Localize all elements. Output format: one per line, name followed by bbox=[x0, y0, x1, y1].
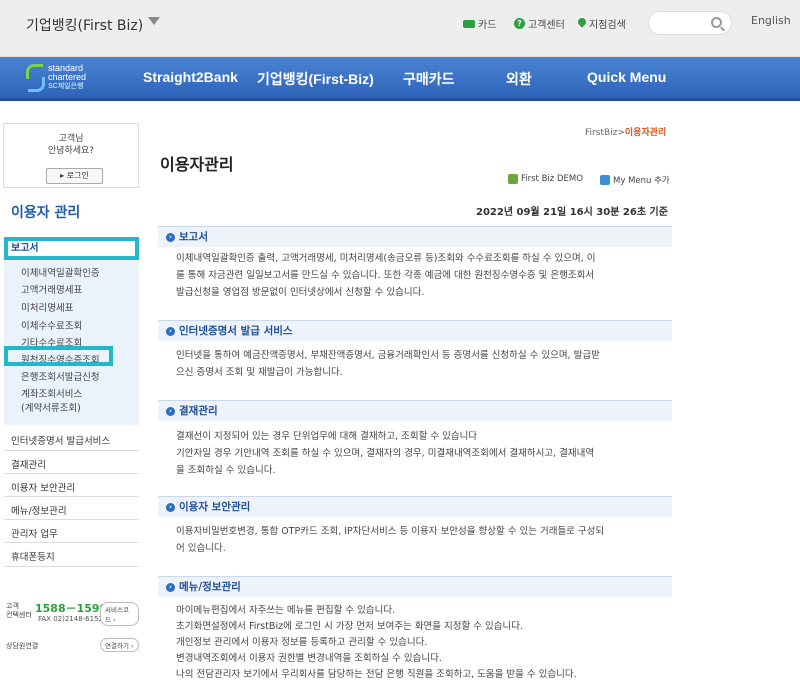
divider bbox=[4, 566, 139, 567]
sidebar-item-certificate[interactable]: 인터넷증명서 발급서비스 bbox=[11, 433, 110, 447]
standard-chartered-logo[interactable]: standard chartered SC제일은행 bbox=[24, 63, 114, 95]
first-biz-demo-link[interactable]: First Biz DEMO bbox=[508, 174, 583, 184]
customer-center-link[interactable]: ? 고객센터 bbox=[514, 16, 565, 31]
sidebar-item-unprocessed[interactable]: 미처리명세표 bbox=[21, 303, 73, 315]
contact-fax: FAX 02)2148-6152 bbox=[38, 615, 103, 623]
page-title: 이용자관리 bbox=[160, 155, 234, 174]
divider bbox=[4, 473, 139, 474]
consult-label: 상담원연결 bbox=[6, 642, 39, 650]
nav-purchase-card[interactable]: 구매카드 bbox=[403, 69, 455, 89]
sidebar-item-bank-inquiry[interactable]: 은행조회서발급신청 bbox=[21, 372, 100, 384]
divider bbox=[4, 450, 139, 451]
logo-line2: chartered bbox=[48, 72, 87, 82]
location-pin-icon bbox=[578, 18, 586, 29]
section-menu-info-body: 마이메뉴편집에서 자주쓰는 메뉴를 편집할 수 있습니다. 초기화면설정에서 F… bbox=[176, 605, 577, 680]
login-box: 고객님 안녕하세요? ▸ 로그인 bbox=[3, 123, 139, 188]
sidebar-group-reports[interactable]: 보고서 bbox=[4, 237, 139, 260]
sidebar-heading: 이용자 관리 bbox=[11, 205, 81, 221]
section-approval-body: 결재선이 지정되어 있는 경우 단위업무에 대해 결재하고, 조회할 수 있습니… bbox=[176, 431, 595, 476]
breadcrumb: FirstBiz>이용자관리 bbox=[585, 128, 667, 138]
breadcrumb-current: 이용자관리 bbox=[624, 128, 667, 138]
demo-icon bbox=[508, 174, 518, 184]
top-bar: 기업뱅킹(First Biz) 카드 ? 고객센터 지점검색 English bbox=[0, 0, 800, 57]
sidebar-item-transfer-confirm[interactable]: 이체내역일괄확인증 bbox=[21, 268, 100, 280]
main-nav: standard chartered SC제일은행 Straight2Bank … bbox=[0, 57, 800, 101]
sidebar-item-approval[interactable]: 결재관리 bbox=[11, 457, 46, 471]
divider bbox=[4, 496, 139, 497]
sidebar-item-admin[interactable]: 관리자 업무 bbox=[11, 526, 58, 540]
site-dropdown-caret-icon[interactable] bbox=[148, 17, 160, 25]
nav-straight2bank[interactable]: Straight2Bank bbox=[143, 69, 238, 85]
logo-mark-icon bbox=[24, 63, 45, 93]
sidebar-item-account-inquiry[interactable]: 계좌조회서비스 bbox=[21, 389, 82, 401]
section-reports-body: 이체내역일괄확인증 출력, 고액거래명세, 미처리명세(송금오류 등)조회와 수… bbox=[176, 253, 596, 298]
branch-search-link[interactable]: 지점검색 bbox=[578, 16, 626, 31]
nav-quick-menu[interactable]: Quick Menu bbox=[587, 69, 666, 85]
section-approval-header: › 결재관리 bbox=[158, 400, 672, 421]
arrow-right-icon: › bbox=[166, 406, 175, 416]
sidebar-item-transfer-fee[interactable]: 이체수수료조회 bbox=[21, 321, 82, 333]
search-input[interactable] bbox=[648, 11, 732, 35]
highlight-box bbox=[4, 346, 113, 366]
section-security-header: › 이용자 보안관리 bbox=[158, 496, 672, 517]
logo-line3: SC제일은행 bbox=[48, 83, 84, 90]
greeting-line1: 고객님 bbox=[58, 134, 84, 144]
divider bbox=[4, 542, 139, 543]
nav-forex[interactable]: 외환 bbox=[506, 69, 532, 89]
divider bbox=[4, 519, 139, 520]
language-link[interactable]: English bbox=[751, 14, 791, 27]
login-button[interactable]: ▸ 로그인 bbox=[46, 168, 103, 184]
site-title[interactable]: 기업뱅킹(First Biz) bbox=[26, 15, 143, 35]
nav-first-biz[interactable]: 기업뱅킹(First-Biz) bbox=[257, 69, 374, 89]
sidebar-item-phone[interactable]: 휴대폰등지 bbox=[11, 549, 55, 563]
arrow-right-icon: › bbox=[166, 232, 175, 242]
section-security-body: 이용자비밀번호변경, 통합 OTP카드 조회, IP차단서비스 등 이용자 보안… bbox=[176, 526, 605, 554]
star-icon bbox=[600, 175, 610, 185]
arrow-right-icon: › bbox=[166, 582, 175, 592]
sidebar-item-contract-docs[interactable]: (계약서류조회) bbox=[21, 403, 81, 415]
sidebar-item-security[interactable]: 이용자 보안관리 bbox=[11, 480, 75, 494]
search-icon[interactable] bbox=[711, 17, 722, 28]
sidebar-item-menu-info[interactable]: 메뉴/정보관리 bbox=[11, 503, 67, 517]
datetime-stamp: 2022년 09월 21일 16시 30분 26초 기준 bbox=[476, 207, 668, 218]
service-code-button[interactable]: 서비스코드 › bbox=[100, 602, 139, 626]
my-menu-add-link[interactable]: My Menu 추가 bbox=[600, 174, 670, 186]
arrow-right-icon: › bbox=[166, 502, 175, 512]
section-certificate-body: 인터넷을 통하여 예금잔액증명서, 부채잔액증명서, 금융거래확인서 등 증명서… bbox=[176, 350, 600, 378]
connect-button[interactable]: 연결하기 › bbox=[100, 638, 139, 652]
help-icon: ? bbox=[514, 18, 525, 29]
contact-label2: 컨택센터 bbox=[6, 611, 32, 619]
card-link[interactable]: 카드 bbox=[463, 16, 496, 31]
reports-submenu: 이체내역일괄확인증 고액거래명세표 미처리명세표 이체수수료조회 기타수수료조회… bbox=[4, 261, 139, 425]
section-certificate-header: › 인터넷증명서 발급 서비스 bbox=[158, 320, 672, 341]
breadcrumb-root[interactable]: FirstBiz bbox=[585, 128, 617, 138]
sidebar-item-large-transaction[interactable]: 고액거래명세표 bbox=[21, 285, 82, 297]
section-reports-header: › 보고서 bbox=[158, 226, 672, 247]
arrow-right-icon: › bbox=[166, 326, 175, 336]
contact-phone: 1588－1599 bbox=[35, 602, 108, 615]
section-menu-info-header: › 메뉴/정보관리 bbox=[158, 576, 672, 597]
greeting-line2: 안녕하세요? bbox=[47, 146, 95, 156]
sidebar: 고객님 안녕하세요? ▸ 로그인 이용자 관리 보고서 이체내역일괄확인증 고액… bbox=[0, 120, 141, 691]
card-icon bbox=[463, 19, 475, 28]
contact-label1: 고객 bbox=[6, 602, 19, 610]
